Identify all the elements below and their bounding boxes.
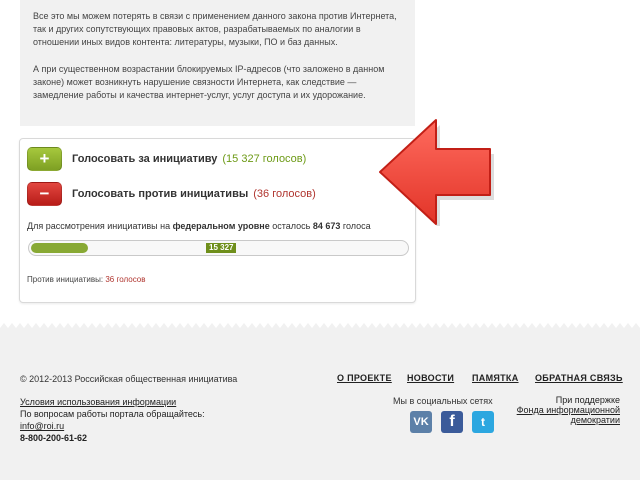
federal-level-text: Для рассмотрения инициативы на федеральн…: [27, 221, 371, 231]
vote-panel: + Голосовать за инициативу (15 327 голос…: [19, 138, 416, 303]
vote-for-count: (15 327 голосов): [222, 153, 307, 165]
terms-link[interactable]: Условия использования информации: [20, 396, 205, 408]
social-title: Мы в социальных сетях: [393, 396, 493, 406]
progress-fill: [31, 243, 88, 253]
vk-icon[interactable]: VK: [410, 411, 432, 433]
support-block: При поддержке Фонда информационной демок…: [516, 395, 620, 425]
email-link[interactable]: info@roi.ru: [20, 420, 205, 432]
nav-feedback[interactable]: ОБРАТНАЯ СВЯЗЬ: [535, 373, 623, 383]
against-summary-value: 36 голосов: [105, 275, 146, 284]
nav-news[interactable]: НОВОСТИ: [407, 373, 454, 383]
vote-against-count: (36 голосов): [253, 188, 316, 200]
plus-icon[interactable]: +: [27, 147, 62, 171]
footer-links: Условия использования информации По вопр…: [20, 396, 205, 444]
info-box: Все это мы можем потерять в связи с прим…: [20, 0, 415, 126]
vote-against-row[interactable]: − Голосовать против инициативы (36 голос…: [27, 182, 316, 206]
info-paragraph-2: А при существенном возрастании блокируем…: [33, 64, 385, 100]
nav-about[interactable]: О ПРОЕКТЕ: [337, 373, 392, 383]
votes-remaining: 84 673: [312, 221, 341, 231]
against-summary: Против инициативы: 36 голосов: [27, 275, 146, 284]
vote-progress-bar: 15 327: [28, 240, 409, 256]
twitter-icon[interactable]: t: [472, 411, 494, 433]
nav-memo[interactable]: ПАМЯТКА: [472, 373, 519, 383]
info-paragraph-1: Все это мы можем потерять в связи с прим…: [33, 11, 397, 47]
red-arrow-icon: [379, 119, 494, 226]
support-link-2[interactable]: демократии: [517, 415, 620, 425]
copyright: © 2012-2013 Российская общественная иниц…: [20, 374, 238, 384]
facebook-icon[interactable]: f: [441, 411, 463, 433]
vote-against-label[interactable]: Голосовать против инициативы: [72, 188, 248, 200]
footer: © 2012-2013 Российская общественная иниц…: [0, 328, 640, 480]
phone-number: 8-800-200-61-62: [20, 433, 88, 443]
progress-value: 15 327: [206, 243, 237, 253]
questions-text: По вопросам работы портала обращайтесь:: [20, 409, 205, 419]
vote-for-row[interactable]: + Голосовать за инициативу (15 327 голос…: [27, 147, 306, 171]
minus-icon[interactable]: −: [27, 182, 62, 206]
federal-level: федеральном уровне: [172, 221, 270, 231]
vote-for-label[interactable]: Голосовать за инициативу: [72, 153, 217, 165]
support-link-1[interactable]: Фонда информационной: [517, 405, 620, 415]
